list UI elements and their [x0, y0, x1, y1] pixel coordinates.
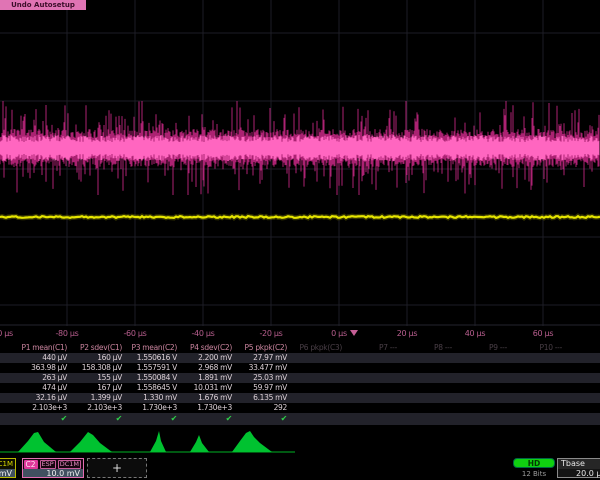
cell-sdev-p1: 32.16 µV [12, 393, 67, 403]
cell-num-p3: 1.730e+3 [122, 403, 177, 413]
cell-sdev-p4: 1.676 mV [177, 393, 232, 403]
table-row-mean: 363.98 µV158.308 µV1.557591 V2.968 mV33.… [0, 363, 600, 373]
c1-coupling-badge: DC1M [0, 460, 13, 468]
cell-value-p4: 2.200 mV [177, 353, 232, 363]
status-check-icon: ✔ [177, 413, 232, 425]
param-header-4[interactable]: P4 sdev(C2) [177, 343, 232, 353]
channel-c2-descriptor[interactable]: C2 ESP DC1M 10.0 mV [22, 458, 84, 478]
timebase-title: Tbase [558, 459, 600, 469]
c1-scale: 10.0 mV [0, 469, 15, 478]
undo-autosetup-button[interactable]: Undo Autosetup [0, 0, 86, 10]
cell-mean-p1: 363.98 µV [12, 363, 67, 373]
c2-label: C2 [24, 460, 38, 469]
param-header-3[interactable]: P3 mean(C2) [122, 343, 177, 353]
histicon-p3[interactable] [150, 431, 166, 452]
cell-value-p3: 1.550616 V [122, 353, 177, 363]
x-axis-label: 0 µs [331, 329, 347, 338]
histicon-strip [0, 429, 600, 457]
x-axis-label: 20 µs [397, 329, 417, 338]
c2-trace-core[interactable] [0, 135, 599, 161]
c1-trace[interactable] [0, 216, 600, 218]
status-check-icon: ✔ [12, 413, 67, 425]
cell-num-p2: 2.103e+3 [67, 403, 122, 413]
x-axis-label: -60 µs [123, 329, 146, 338]
measurement-table: P1 mean(C1)P2 sdev(C1)P3 mean(C2)P4 sdev… [0, 343, 600, 429]
cell-max-p3: 1.558645 V [122, 383, 177, 393]
x-axis: -100 µs -80 µs -60 µs -40 µs -20 µs 0 µs 20 µs… [0, 326, 600, 343]
param-header-10[interactable]: P10 --- [507, 343, 562, 353]
x-axis-label: -100 µs [0, 329, 13, 338]
cell-min-p4: 1.891 mV [177, 373, 232, 383]
cell-max-p4: 10.031 mV [177, 383, 232, 393]
x-axis-label: -80 µs [55, 329, 78, 338]
cell-sdev-p3: 1.330 mV [122, 393, 177, 403]
param-header-7[interactable]: P7 --- [342, 343, 397, 353]
timebase-value: 20.0 µs [558, 469, 600, 479]
cell-max-p5: 59.97 mV [232, 383, 287, 393]
histicon-p1[interactable] [18, 432, 56, 452]
status-check-icon: ✔ [122, 413, 177, 425]
trigger-position-marker[interactable] [350, 330, 358, 336]
histicon-p2[interactable] [70, 432, 112, 452]
cell-num-p5: 292 [232, 403, 287, 413]
x-axis-label: 40 µs [465, 329, 485, 338]
descriptor-bar: C1 DC1M 10.0 mV C2 ESP DC1M 10.0 mV + HD… [0, 457, 600, 480]
timebase-descriptor[interactable]: Tbase 20.0 µs [557, 458, 600, 478]
hd-mode-badge[interactable]: HD [513, 458, 555, 468]
table-row-min: 263 µV155 µV1.550084 V1.891 mV25.03 mV [0, 373, 600, 383]
c2-scale: 10.0 mV [23, 469, 83, 478]
param-header-5[interactable]: P5 pkpk(C2) [232, 343, 287, 353]
param-header-6[interactable]: P6 pkpk(C3) [287, 343, 342, 353]
table-row-sdev: 32.16 µV1.399 µV1.330 mV1.676 mV6.135 mV [0, 393, 600, 403]
table-row-num: 2.103e+32.103e+31.730e+31.730e+3292 [0, 403, 600, 413]
cell-min-p2: 155 µV [67, 373, 122, 383]
status-check-icon: ✔ [232, 413, 287, 425]
table-row-max: 474 µV167 µV1.558645 V10.031 mV59.97 mV [0, 383, 600, 393]
cell-num-p1: 2.103e+3 [12, 403, 67, 413]
add-trace-button[interactable]: + [87, 458, 147, 478]
table-row-value: 440 µV160 µV1.550616 V2.200 mV27.97 mV [0, 353, 600, 363]
cell-value-p5: 27.97 mV [232, 353, 287, 363]
cell-mean-p4: 2.968 mV [177, 363, 232, 373]
c2-coupling-badge: DC1M [58, 460, 81, 469]
cell-mean-p2: 158.308 µV [67, 363, 122, 373]
x-axis-label: -20 µs [259, 329, 282, 338]
cell-max-p2: 167 µV [67, 383, 122, 393]
cell-value-p1: 440 µV [12, 353, 67, 363]
cell-max-p1: 474 µV [12, 383, 67, 393]
table-header-row: P1 mean(C1)P2 sdev(C1)P3 mean(C2)P4 sdev… [0, 343, 600, 353]
param-header-9[interactable]: P9 --- [452, 343, 507, 353]
status-check-icon: ✔ [67, 413, 122, 425]
histicon-p5[interactable] [232, 431, 272, 452]
cell-min-p5: 25.03 mV [232, 373, 287, 383]
bit-resolution-label: 12 Bits [513, 470, 555, 478]
param-header-1[interactable]: P1 mean(C1) [12, 343, 67, 353]
channel-c1-descriptor[interactable]: C1 DC1M 10.0 mV [0, 458, 16, 478]
param-header-2[interactable]: P2 sdev(C1) [67, 343, 122, 353]
c2-esp-badge: ESP [40, 460, 56, 469]
cell-sdev-p5: 6.135 mV [232, 393, 287, 403]
cell-value-p2: 160 µV [67, 353, 122, 363]
cell-mean-p5: 33.477 mV [232, 363, 287, 373]
cell-mean-p3: 1.557591 V [122, 363, 177, 373]
x-axis-label: 60 µs [533, 329, 553, 338]
cell-min-p1: 263 µV [12, 373, 67, 383]
cell-num-p4: 1.730e+3 [177, 403, 232, 413]
cell-min-p3: 1.550084 V [122, 373, 177, 383]
cell-sdev-p2: 1.399 µV [67, 393, 122, 403]
histicon-p4[interactable] [190, 435, 209, 452]
param-header-8[interactable]: P8 --- [397, 343, 452, 353]
table-row-status: ✔✔✔✔✔ [0, 413, 600, 425]
graticule [0, 0, 600, 326]
x-axis-label: -40 µs [191, 329, 214, 338]
